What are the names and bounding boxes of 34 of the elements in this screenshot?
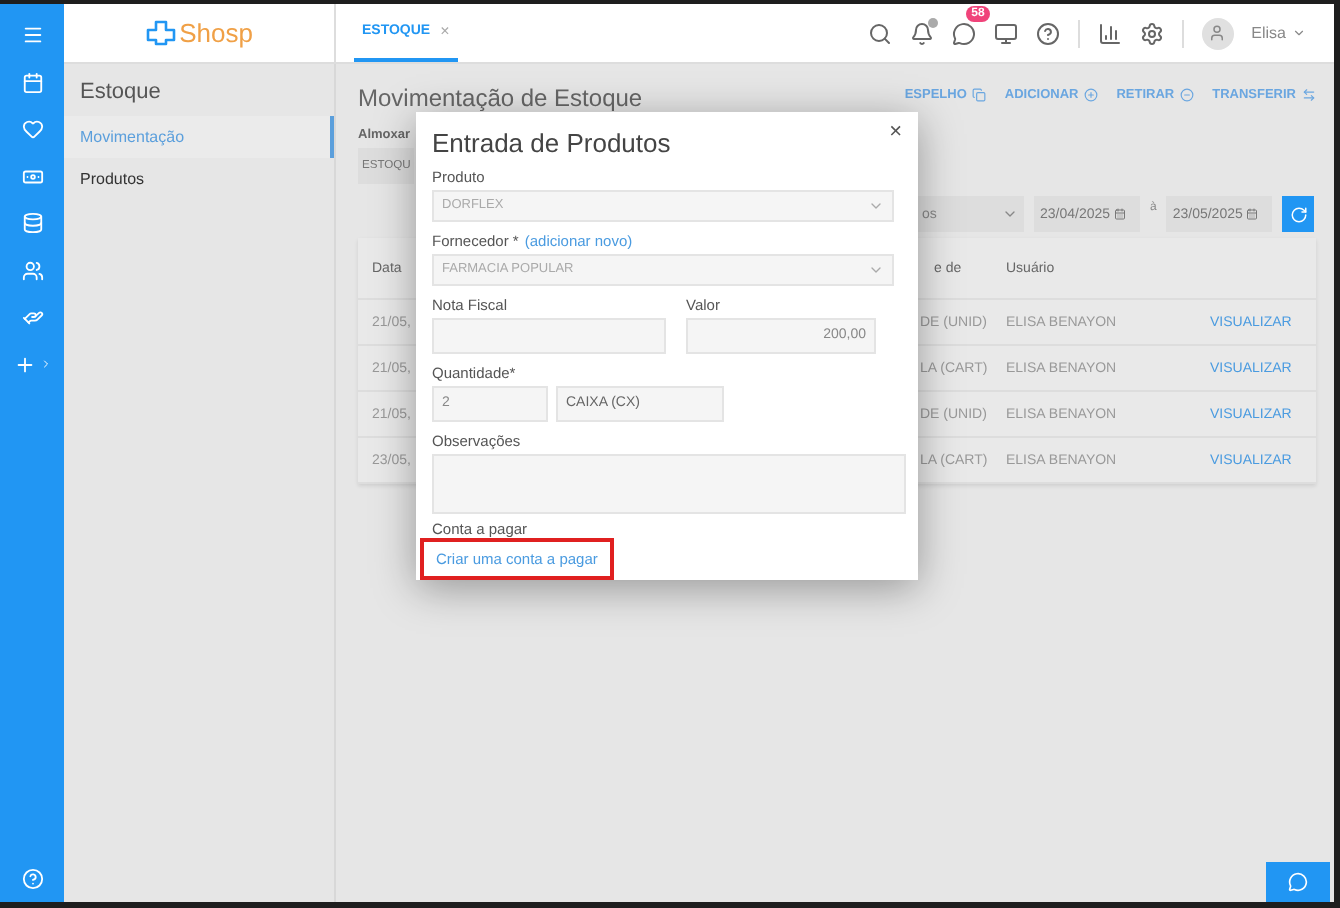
settings-icon[interactable] bbox=[1139, 21, 1164, 45]
chevron-icon bbox=[1002, 206, 1018, 222]
sidebar-item[interactable]: Produtos bbox=[64, 158, 334, 200]
sidebar-item[interactable]: Movimentação bbox=[64, 116, 334, 158]
page-title: Movimentação de Estoque bbox=[358, 84, 643, 112]
bell-icon[interactable] bbox=[909, 21, 934, 45]
notification-dot bbox=[927, 17, 938, 27]
chat-icon[interactable] bbox=[951, 21, 976, 45]
search-icon[interactable] bbox=[867, 21, 892, 45]
notes-field[interactable] bbox=[432, 453, 906, 514]
speech-bubble-icon bbox=[1288, 872, 1308, 892]
refresh-button[interactable] bbox=[1282, 196, 1315, 232]
sidebar-title: Estoque bbox=[78, 80, 163, 108]
minus-circle-icon[interactable] bbox=[1180, 87, 1195, 101]
close-button[interactable]: × bbox=[889, 120, 902, 144]
monitor-icon[interactable] bbox=[993, 21, 1018, 45]
input-field[interactable] bbox=[432, 317, 666, 354]
logo: Shosp bbox=[64, 4, 336, 62]
plus-circle-icon[interactable] bbox=[1084, 87, 1099, 101]
caret-icon[interactable] bbox=[1292, 26, 1306, 40]
close-icon[interactable]: × bbox=[440, 22, 450, 40]
calendar-icon bbox=[1114, 208, 1127, 220]
chart-icon[interactable] bbox=[1097, 21, 1122, 45]
plus-icon bbox=[13, 353, 35, 376]
help-icon[interactable] bbox=[1035, 21, 1060, 45]
chat-button[interactable] bbox=[1266, 862, 1330, 902]
refresh-icon bbox=[1289, 205, 1308, 223]
chevron-icon bbox=[39, 358, 51, 371]
user-name[interactable]: Elisa bbox=[1251, 24, 1286, 42]
dialog-title: Entrada de Produtos bbox=[432, 128, 671, 158]
arrows-icon[interactable] bbox=[1302, 87, 1316, 101]
calendar-icon bbox=[1246, 208, 1259, 220]
avatar[interactable] bbox=[1201, 17, 1234, 49]
copy-icon[interactable] bbox=[972, 87, 987, 101]
